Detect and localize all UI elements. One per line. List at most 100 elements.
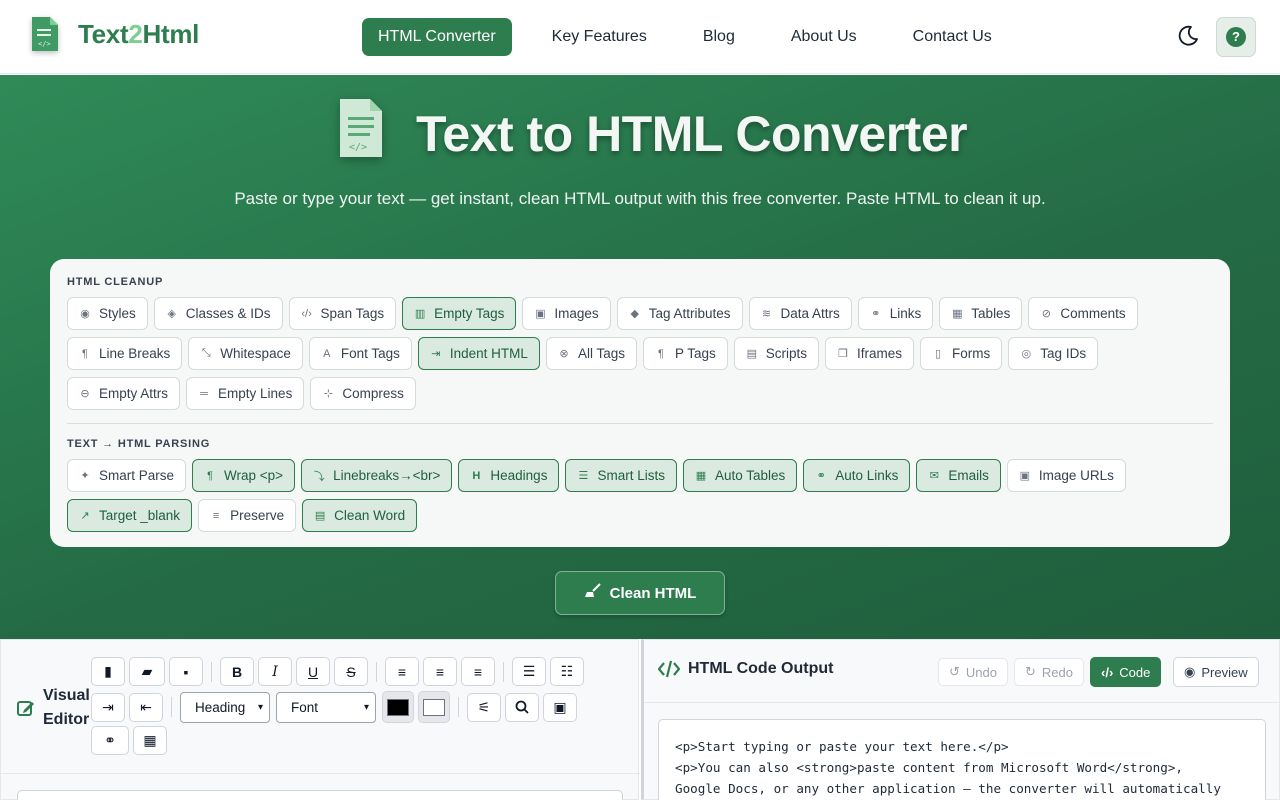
bullet-list-button[interactable]: ☰ (512, 657, 546, 686)
chip-line-breaks[interactable]: ¶ Line Breaks (67, 337, 183, 370)
font-select[interactable]: Font ▾ (276, 691, 376, 723)
italic-button[interactable]: I (258, 657, 292, 686)
chip-smart-parse[interactable]: ✦ Smart Parse (67, 459, 187, 492)
compress-icon: ⊹ (323, 388, 333, 400)
chip-target-blank[interactable]: ↗ Target _blank (67, 499, 193, 532)
toolbar-separator (171, 697, 172, 717)
cleanup-row-2: ¶ Line Breaks ⤡ Whitespace A Font Tags ⇥ Ind… (67, 337, 1104, 370)
strikethrough-button[interactable]: S (334, 657, 368, 686)
code-output-title: HTML Code Output (658, 660, 833, 678)
nav-blog[interactable]: Blog (687, 18, 751, 56)
chip-font-tags[interactable]: A Font Tags (308, 337, 412, 370)
chip-emails[interactable]: ✉ Emails (916, 459, 1001, 492)
chip-tables[interactable]: ▦ Tables (939, 297, 1023, 330)
chip-comments[interactable]: ⊘ Comments (1028, 297, 1138, 330)
bold-icon: B (231, 663, 243, 680)
align-left-button[interactable]: ≡ (385, 657, 419, 686)
settings-button[interactable]: ⚟ (467, 692, 501, 722)
html-code-output[interactable]: <p>Start typing or paste your text here.… (658, 719, 1266, 800)
file-word-icon: ▤ (314, 510, 326, 522)
section-divider (67, 423, 1213, 424)
chip-p-tags[interactable]: ¶ P Tags (642, 337, 728, 370)
envelope-icon: ✉ (929, 470, 939, 482)
chip-span-tags[interactable]: ‹/› Span Tags (288, 297, 397, 330)
redo-button[interactable]: ↻ Redo (1014, 658, 1084, 686)
chip-compress[interactable]: ⊹ Compress (310, 377, 416, 410)
bold-button[interactable]: B (220, 657, 254, 686)
chip-empty-tags[interactable]: ▥ Empty Tags (402, 297, 517, 330)
insert-link-button[interactable]: ⚭ (91, 726, 129, 755)
outdent-button[interactable]: ⇤ (129, 692, 163, 722)
chip-empty-lines[interactable]: ═ Empty Lines (186, 377, 305, 410)
tab-code[interactable]: ‹/› Code (1090, 657, 1162, 687)
nav-about-us[interactable]: About Us (775, 18, 873, 56)
image-icon: ▣ (535, 308, 546, 320)
parsing-row-2: ↗ Target _blank ≡ Preserve ▤ Clean Word (67, 499, 423, 532)
comment-slash-icon: ⊘ (1041, 308, 1051, 320)
chip-clean-word[interactable]: ▤ Clean Word (302, 499, 418, 532)
open-button[interactable]: ▰ (129, 657, 165, 686)
chip-images[interactable]: ▣ Images (522, 297, 611, 330)
numbered-list-button[interactable]: ☷ (550, 657, 584, 686)
chip-classes-ids[interactable]: ◈ Classes & IDs (153, 297, 283, 330)
chip-indent-html[interactable]: ⇥ Indent HTML (417, 337, 540, 370)
visual-editor-area[interactable] (17, 790, 623, 800)
chip-data-attrs[interactable]: ≋ Data Attrs (748, 297, 852, 330)
save-button[interactable]: ▪ (169, 657, 203, 686)
chip-tag-attributes[interactable]: ◆ Tag Attributes (616, 297, 743, 330)
outdent-icon: ⇤ (140, 698, 152, 715)
background-color-picker[interactable] (418, 691, 450, 723)
chip-tag-ids[interactable]: ◎ Tag IDs (1008, 337, 1099, 370)
align-center-button[interactable]: ≡ (423, 657, 457, 686)
chip-auto-links[interactable]: ⚭ Auto Links (803, 459, 911, 492)
chip-all-tags[interactable]: ⊗ All Tags (545, 337, 637, 370)
code-icon: ‹/› (301, 307, 312, 320)
chip-preserve[interactable]: ≡ Preserve (198, 499, 297, 532)
nav-contact-us[interactable]: Contact Us (897, 18, 1008, 56)
chip-smart-lists[interactable]: ☰ Smart Lists (565, 459, 677, 492)
section-label-cleanup: HTML CLEANUP (67, 276, 164, 288)
heading-select[interactable]: Heading ▾ (180, 691, 270, 723)
undo-button[interactable]: ↺ Undo (938, 658, 1008, 686)
tab-preview[interactable]: ◉ Preview (1173, 657, 1259, 687)
chip-styles[interactable]: ◉ Styles (67, 297, 148, 330)
underline-button[interactable]: U (296, 657, 330, 686)
align-center-icon: ≡ (435, 663, 445, 680)
pane-divider (644, 702, 1280, 703)
chip-links[interactable]: ⚭ Links (857, 297, 934, 330)
link-icon: ⚭ (816, 470, 826, 482)
lines-icon: ═ (200, 387, 208, 400)
moon-icon[interactable] (1176, 24, 1200, 48)
text-color-swatch (387, 698, 409, 716)
text-color-picker[interactable] (382, 691, 414, 723)
clean-html-button[interactable]: Clean HTML (555, 571, 725, 615)
code-icon: ‹/› (1101, 664, 1114, 680)
new-doc-button[interactable]: ▮ (91, 657, 125, 686)
align-left-icon: ≡ (212, 509, 220, 522)
insert-image-button[interactable]: ▣ (543, 692, 577, 722)
insert-table-button[interactable]: ▦ (133, 726, 167, 755)
chip-wrap-p[interactable]: ¶ Wrap <p> (192, 459, 296, 492)
brand-logo[interactable]: </> Text2Html (30, 15, 199, 53)
chip-scripts[interactable]: ▤ Scripts (733, 337, 820, 370)
editor-toolbar-row-1: ▮ ▰ ▪ B I U S ≡ ≡ ≡ ☰ ☷ (91, 657, 588, 686)
indent-button[interactable]: ⇥ (91, 692, 125, 722)
cleanup-row-1: ◉ Styles ◈ Classes & IDs ‹/› Span Tags ▥ Emp… (67, 297, 1144, 330)
help-button[interactable]: ? (1216, 17, 1256, 57)
chip-iframes[interactable]: ❐ Iframes (825, 337, 915, 370)
chip-empty-attrs[interactable]: ⊖ Empty Attrs (67, 377, 181, 410)
chip-headings[interactable]: H Headings (458, 459, 560, 492)
chip-linebreaks-br[interactable]: ⤵ Linebreaks→<br> (301, 459, 453, 492)
folder-open-icon: ▰ (141, 663, 153, 679)
table-icon: ▦ (695, 470, 707, 482)
chip-auto-tables[interactable]: ▦ Auto Tables (682, 459, 798, 492)
chip-whitespace[interactable]: ⤡ Whitespace (188, 337, 303, 370)
search-button[interactable] (505, 692, 539, 722)
nav-key-features[interactable]: Key Features (536, 18, 663, 56)
align-right-button[interactable]: ≡ (461, 657, 495, 686)
code-line: <p>You can also <strong>paste content fr… (675, 760, 1183, 775)
nav-html-converter[interactable]: HTML Converter (362, 18, 512, 56)
chip-image-urls[interactable]: ▣ Image URLs (1006, 459, 1126, 492)
editor-toolbar-row-2: ⇥ ⇤ Heading ▾ Font ▾ ⚟ ▣ (91, 691, 581, 723)
chip-forms[interactable]: ▯ Forms (920, 337, 1003, 370)
